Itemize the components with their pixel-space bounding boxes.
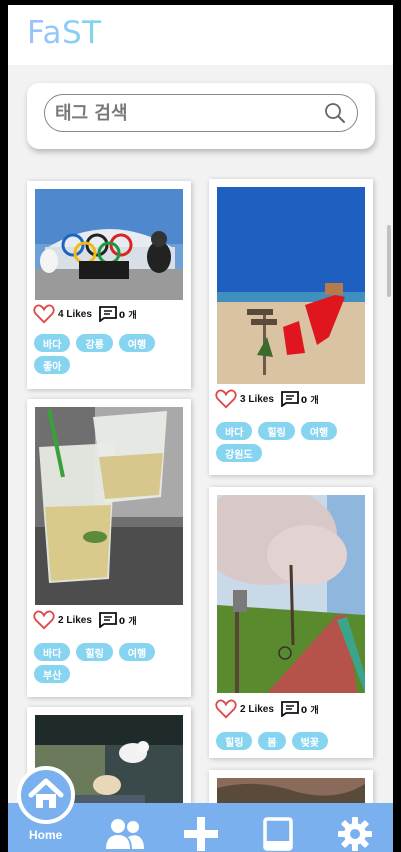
beach-photo [217, 187, 365, 384]
tag-chip[interactable]: 힐링 [216, 732, 253, 750]
heart-icon[interactable] [33, 304, 55, 324]
scrollbar[interactable] [385, 65, 393, 852]
comment-count: 0 개 [300, 395, 319, 406]
scrollbar-thumb[interactable] [387, 225, 391, 297]
cherry-blossom-photo [217, 495, 365, 693]
post-photo[interactable] [217, 187, 365, 384]
likes-count: 2 Likes [240, 703, 274, 715]
heart-icon[interactable] [33, 610, 55, 630]
tag-chip[interactable]: 바다 [34, 643, 71, 661]
tag-chip[interactable]: 힐링 [258, 422, 295, 440]
heart-icon[interactable] [215, 699, 237, 719]
tag-chip[interactable]: 여행 [118, 643, 156, 661]
tag-chip[interactable]: 강릉 [76, 334, 113, 352]
post-photo[interactable] [35, 407, 183, 605]
comment-icon[interactable] [99, 612, 117, 628]
home-icon [28, 778, 64, 808]
users-icon[interactable] [104, 817, 144, 849]
home-button[interactable] [17, 766, 75, 824]
likes-count: 2 Likes [58, 614, 92, 626]
tag-chip[interactable]: 힐링 [76, 643, 113, 661]
tag-chip[interactable]: 여행 [300, 422, 338, 440]
post-card[interactable]: 2 Likes 0 개 힐링 봄 벚꽃 [209, 487, 373, 758]
post-meta: 2 Likes 0 개 [215, 698, 319, 720]
home-label[interactable]: Home [29, 828, 62, 842]
app-frame: FaST 태그 검색 4 Likes 0 개 바다 강릉 여행 좋아 3 Lik… [8, 5, 393, 852]
plus-icon[interactable] [184, 817, 218, 851]
likes-count: 3 Likes [240, 393, 274, 405]
comment-icon[interactable] [281, 701, 299, 717]
likes-count: 4 Likes [58, 308, 92, 320]
tag-chip[interactable]: 벚꽃 [291, 732, 329, 750]
post-meta: 3 Likes 0 개 [215, 388, 319, 410]
comment-count: 0 개 [118, 310, 137, 321]
comment-count: 0 개 [300, 705, 319, 716]
post-meta: 4 Likes 0 개 [33, 303, 137, 325]
post-meta: 2 Likes 0 개 [33, 609, 137, 631]
tag-chip[interactable]: 부산 [34, 665, 71, 683]
search-card [27, 83, 375, 149]
tag-list: 바다 힐링 여행 부산 [34, 643, 184, 683]
comment-icon[interactable] [99, 306, 117, 322]
search-icon[interactable] [324, 102, 346, 124]
comment-count: 0 개 [118, 616, 137, 627]
tag-chip[interactable]: 강원도 [216, 444, 262, 462]
olympic-photo [35, 189, 183, 300]
tag-chip[interactable]: 봄 [258, 732, 286, 750]
tag-chip[interactable]: 바다 [34, 334, 71, 352]
app-logo[interactable]: FaST [27, 15, 102, 51]
post-card[interactable]: 4 Likes 0 개 바다 강릉 여행 좋아 [27, 181, 191, 389]
tag-list: 바다 강릉 여행 좋아 [34, 334, 184, 374]
post-photo[interactable] [35, 189, 183, 300]
tag-list: 힐링 봄 벚꽃 [216, 732, 366, 750]
tablet-icon[interactable] [263, 817, 293, 851]
search-input[interactable] [55, 95, 315, 131]
heart-icon[interactable] [215, 389, 237, 409]
comment-icon[interactable] [281, 391, 299, 407]
tag-chip[interactable]: 좋아 [34, 356, 71, 374]
drinks-photo [35, 407, 183, 605]
tag-chip[interactable]: 바다 [216, 422, 253, 440]
post-photo[interactable] [217, 495, 365, 693]
post-card[interactable]: 2 Likes 0 개 바다 힐링 여행 부산 [27, 399, 191, 697]
post-card[interactable]: 3 Likes 0 개 바다 힐링 여행 강원도 [209, 179, 373, 475]
search-box[interactable] [44, 94, 358, 132]
tag-chip[interactable]: 여행 [118, 334, 156, 352]
tag-list: 바다 힐링 여행 강원도 [216, 422, 366, 462]
gear-icon[interactable] [338, 817, 372, 851]
app-header: FaST [8, 5, 393, 65]
